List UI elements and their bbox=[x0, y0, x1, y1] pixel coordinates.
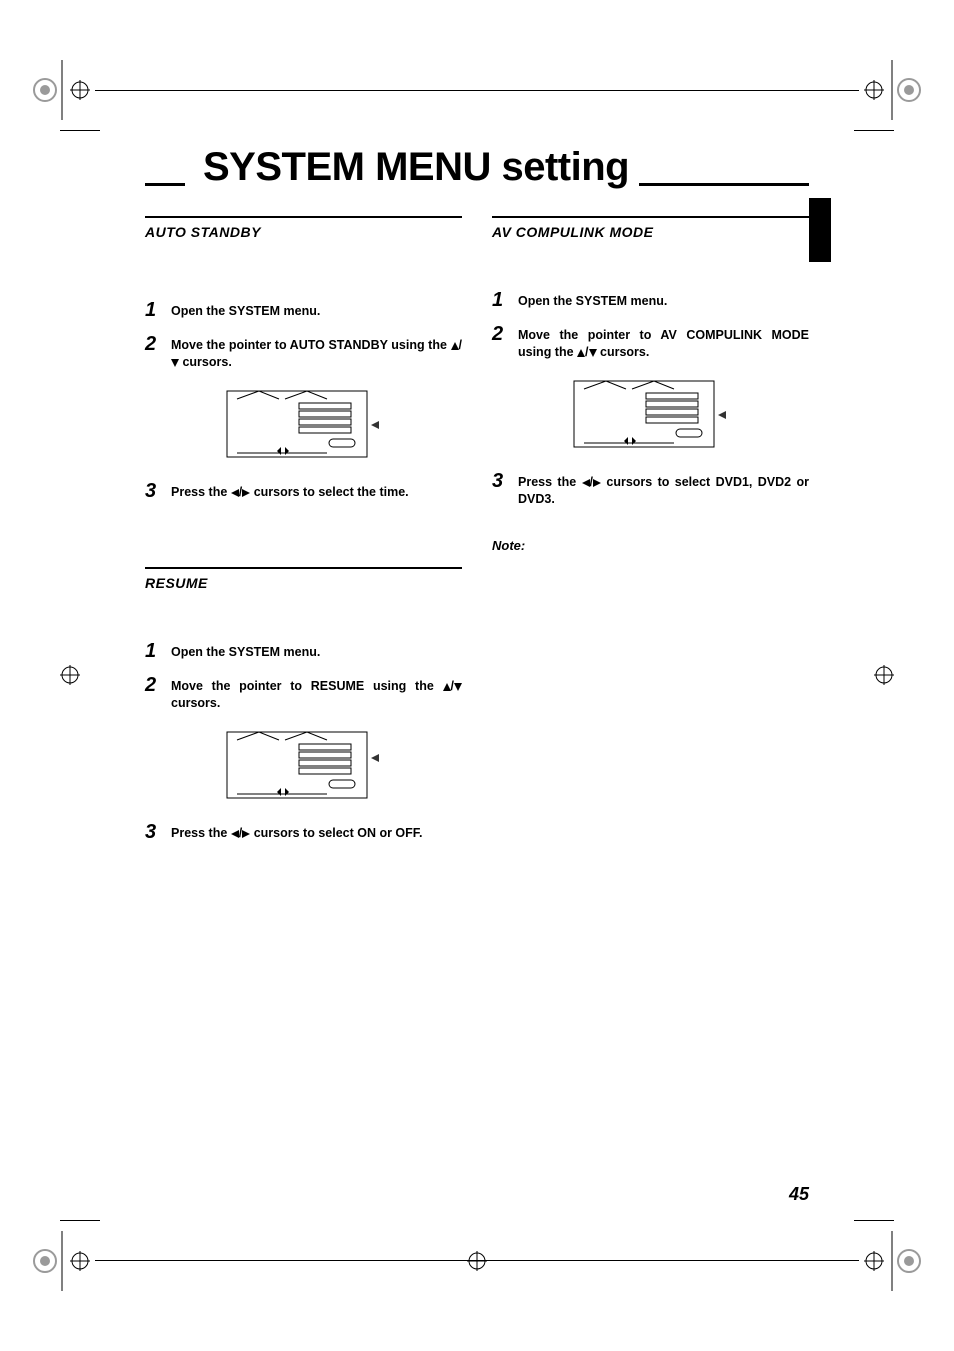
step-number: 3 bbox=[492, 471, 508, 491]
step-text: Open the SYSTEM menu. bbox=[171, 641, 462, 661]
step-text-part: Move the pointer to RESUME using the bbox=[171, 679, 443, 693]
step-text-part: Press the bbox=[518, 475, 582, 489]
down-arrow-icon bbox=[589, 349, 597, 357]
crop-mark-icon bbox=[864, 645, 924, 705]
crop-mark-icon bbox=[864, 1231, 924, 1291]
step-text: Move the pointer to AV COMPULINK MODE us… bbox=[518, 324, 809, 361]
step-item: 1 Open the SYSTEM menu. bbox=[145, 641, 462, 661]
crop-line bbox=[95, 1260, 859, 1261]
step-item: 2 Move the pointer to AV COMPULINK MODE … bbox=[492, 324, 809, 361]
left-arrow-icon bbox=[231, 830, 239, 838]
up-arrow-icon bbox=[443, 683, 451, 691]
step-item: 3 Press the / cursors to select the time… bbox=[145, 481, 462, 501]
left-arrow-icon bbox=[231, 489, 239, 497]
step-number: 2 bbox=[145, 675, 161, 695]
page-side-tab bbox=[809, 198, 831, 262]
right-column: AV COMPULINK MODE 1 Open the SYSTEM menu… bbox=[492, 216, 809, 856]
step-text: Press the / cursors to select DVD1, DVD2… bbox=[518, 471, 809, 508]
crop-mark-icon bbox=[30, 1231, 90, 1291]
step-number: 2 bbox=[492, 324, 508, 344]
step-text: Open the SYSTEM menu. bbox=[171, 300, 462, 320]
crop-line bbox=[854, 130, 894, 131]
page-number: 45 bbox=[789, 1184, 809, 1205]
section-rule bbox=[492, 216, 809, 218]
step-text: Open the SYSTEM menu. bbox=[518, 290, 809, 310]
right-arrow-icon bbox=[593, 479, 601, 487]
step-number: 3 bbox=[145, 481, 161, 501]
step-text: Press the / cursors to select ON or OFF. bbox=[171, 822, 462, 842]
section-heading-auto-standby: AUTO STANDBY bbox=[145, 224, 462, 240]
menu-diagram bbox=[145, 726, 462, 804]
step-text-part: cursors to select ON or OFF. bbox=[250, 826, 422, 840]
step-text: Press the / cursors to select the time. bbox=[171, 481, 462, 501]
step-item: 2 Move the pointer to AUTO STANDBY using… bbox=[145, 334, 462, 371]
crop-mark-icon bbox=[30, 60, 90, 120]
section-heading-resume: RESUME bbox=[145, 575, 462, 591]
step-text: Move the pointer to AUTO STANDBY using t… bbox=[171, 334, 462, 371]
menu-diagram bbox=[145, 385, 462, 463]
step-text: Move the pointer to RESUME using the / c… bbox=[171, 675, 462, 712]
step-text-part: Press the bbox=[171, 826, 231, 840]
crop-mark-icon bbox=[447, 1231, 507, 1291]
crop-line bbox=[60, 1220, 100, 1221]
step-number: 1 bbox=[145, 641, 161, 661]
up-arrow-icon bbox=[577, 349, 585, 357]
step-text-part: Move the pointer to AV COMPULINK MODE us… bbox=[518, 328, 809, 359]
title-rule bbox=[639, 183, 809, 186]
step-number: 1 bbox=[492, 290, 508, 310]
step-item: 1 Open the SYSTEM menu. bbox=[145, 300, 462, 320]
crop-mark-icon bbox=[864, 60, 924, 120]
step-item: 1 Open the SYSTEM menu. bbox=[492, 290, 809, 310]
step-number: 2 bbox=[145, 334, 161, 354]
step-text-part: Move the pointer to AUTO STANDBY using t… bbox=[171, 338, 451, 352]
down-arrow-icon bbox=[454, 683, 462, 691]
title-rule bbox=[145, 183, 185, 186]
section-rule bbox=[145, 216, 462, 218]
crop-line bbox=[60, 130, 100, 131]
left-column: AUTO STANDBY 1 Open the SYSTEM menu. 2 M… bbox=[145, 216, 462, 856]
note-label: Note: bbox=[492, 538, 809, 553]
menu-diagram bbox=[492, 375, 809, 453]
section-heading-av-compulink: AV COMPULINK MODE bbox=[492, 224, 809, 240]
step-number: 3 bbox=[145, 822, 161, 842]
step-item: 3 Press the / cursors to select ON or OF… bbox=[145, 822, 462, 842]
crop-mark-icon bbox=[30, 645, 90, 705]
step-text-part: Press the bbox=[171, 485, 231, 499]
left-arrow-icon bbox=[582, 479, 590, 487]
step-text-part: cursors to select the time. bbox=[250, 485, 408, 499]
step-number: 1 bbox=[145, 300, 161, 320]
up-arrow-icon bbox=[451, 342, 459, 350]
page-title: SYSTEM MENU setting bbox=[185, 145, 639, 190]
step-item: 2 Move the pointer to RESUME using the /… bbox=[145, 675, 462, 712]
step-text-part: cursors. bbox=[171, 696, 220, 710]
step-text-part: cursors. bbox=[597, 345, 650, 359]
page-content: SYSTEM MENU setting AUTO STANDBY 1 Open … bbox=[145, 145, 809, 1205]
down-arrow-icon bbox=[171, 359, 179, 367]
section-rule bbox=[145, 567, 462, 569]
crop-line bbox=[854, 1220, 894, 1221]
step-item: 3 Press the / cursors to select DVD1, DV… bbox=[492, 471, 809, 508]
step-text-part: cursors. bbox=[179, 355, 232, 369]
page-title-row: SYSTEM MENU setting bbox=[145, 145, 809, 190]
crop-line bbox=[95, 90, 859, 91]
